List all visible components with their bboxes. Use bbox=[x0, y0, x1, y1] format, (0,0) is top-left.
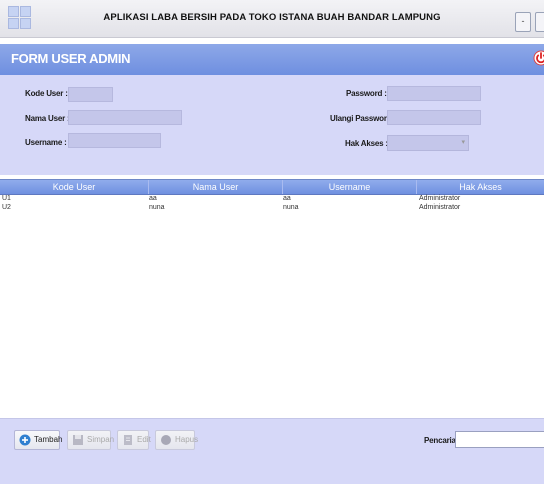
column-header-username[interactable]: Username bbox=[283, 180, 417, 194]
cell-nama-user: nuna bbox=[149, 204, 165, 211]
nama-user-field[interactable] bbox=[68, 110, 182, 125]
hak-akses-label: Hak Akses : bbox=[345, 139, 388, 148]
cell-username: nuna bbox=[283, 204, 299, 211]
minimize-icon: - bbox=[521, 16, 525, 26]
nama-user-label: Nama User : bbox=[25, 114, 70, 123]
minimize-button[interactable]: - bbox=[515, 12, 531, 32]
hapus-button[interactable]: Hapus bbox=[155, 430, 198, 450]
chevron-down-icon: ▾ bbox=[461, 139, 465, 146]
cell-kode-user: U1 bbox=[2, 195, 11, 202]
window-title: APLIKASI LABA BERSIH PADA TOKO ISTANA BU… bbox=[103, 12, 441, 23]
password-field[interactable] bbox=[387, 86, 481, 101]
search-input[interactable] bbox=[455, 431, 544, 448]
username-label: Username : bbox=[25, 138, 67, 147]
maximize-button[interactable] bbox=[535, 12, 544, 32]
save-icon bbox=[73, 435, 83, 445]
table-row[interactable]: U1 aa aa Administrator bbox=[0, 194, 544, 203]
ulangi-password-field[interactable] bbox=[387, 110, 481, 125]
users-table-body: U1 aa aa Administrator U2 nuna nuna Admi… bbox=[0, 194, 544, 212]
kode-user-field[interactable] bbox=[68, 87, 113, 102]
users-table-header: Kode User Nama User Username Hak Akses bbox=[0, 179, 544, 195]
column-header-kode-user[interactable]: Kode User bbox=[0, 180, 149, 194]
action-panel: Tambah Simpan Edit Hapus Pencarian : bbox=[0, 419, 544, 484]
table-row[interactable]: U2 nuna nuna Administrator bbox=[0, 203, 544, 212]
tambah-button[interactable]: Tambah bbox=[14, 430, 62, 450]
kode-user-label: Kode User : bbox=[25, 89, 68, 98]
delete-icon bbox=[161, 435, 171, 445]
password-label: Password : bbox=[346, 89, 387, 98]
cell-username: aa bbox=[283, 195, 291, 202]
add-icon bbox=[19, 434, 31, 446]
cell-kode-user: U2 bbox=[2, 204, 11, 211]
window-titlebar: APLIKASI LABA BERSIH PADA TOKO ISTANA BU… bbox=[0, 0, 544, 38]
edit-button[interactable]: Edit bbox=[117, 430, 151, 450]
username-field[interactable] bbox=[68, 133, 161, 148]
form-header: FORM USER ADMIN bbox=[0, 44, 544, 75]
cell-nama-user: aa bbox=[149, 195, 157, 202]
column-header-nama-user[interactable]: Nama User bbox=[149, 180, 283, 194]
edit-icon bbox=[124, 435, 132, 445]
cell-hak-akses: Administrator bbox=[419, 204, 461, 211]
form-title: FORM USER ADMIN bbox=[11, 51, 131, 66]
user-form-panel: Kode User : Nama User : Username : Passw… bbox=[0, 75, 544, 175]
simpan-button[interactable]: Simpan bbox=[67, 430, 114, 450]
cell-hak-akses: Administrator bbox=[419, 195, 461, 202]
power-icon[interactable] bbox=[533, 50, 544, 66]
column-header-hak-akses[interactable]: Hak Akses bbox=[417, 180, 544, 194]
hak-akses-select[interactable]: ▾ bbox=[387, 135, 469, 151]
